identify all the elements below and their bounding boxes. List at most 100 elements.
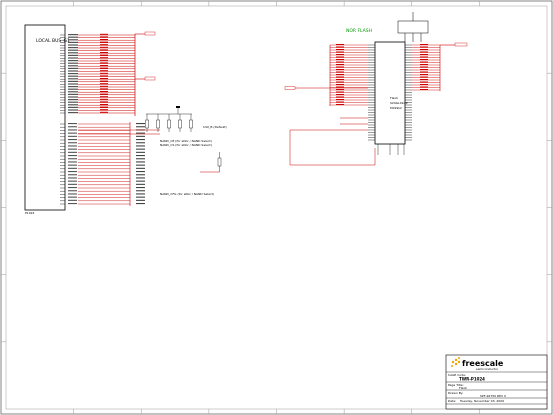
pin-label-mark [68, 190, 77, 192]
tb-row-0-value: TWR-P1024 [459, 377, 485, 382]
net-label-mark [420, 69, 428, 70]
net-label-mark [136, 167, 145, 169]
net-label-mark [336, 51, 344, 53]
pin-label-mark [68, 47, 78, 49]
offpage-connector [454, 42, 468, 47]
pin-label-mark [68, 109, 78, 111]
pin-label-mark [68, 39, 78, 41]
pin-label-mark [68, 135, 77, 137]
net-label-mark [420, 71, 428, 73]
nor-flash-component [374, 41, 406, 145]
net-label-mark [136, 155, 145, 157]
decoupling-capacitors [397, 12, 429, 42]
net-label-mark [100, 93, 108, 95]
pin-label-mark [68, 142, 77, 144]
pin-label-mark [68, 171, 77, 173]
tb-row-3-label: Date: [448, 399, 456, 403]
pin-label-mark [68, 139, 77, 141]
net-label-mark [100, 39, 108, 40]
pin-label-mark [68, 158, 77, 160]
local-bus-title: LOCAL BUS_G1 [36, 38, 70, 44]
nor-flash-part-name: Flash [390, 96, 398, 100]
net-label-mark [136, 158, 145, 160]
pin-label-mark [68, 73, 78, 75]
net-label-mark [100, 85, 108, 87]
resistor [217, 157, 222, 167]
net-label-mark [100, 88, 108, 90]
note-cs0: CS0_B (Default) [203, 125, 227, 129]
net-label-mark [336, 104, 344, 105]
net-label-mark [336, 91, 344, 93]
net-label-mark [100, 106, 108, 108]
pin-label-mark [68, 54, 78, 56]
net-label-mark [100, 83, 108, 85]
net-label-mark [420, 56, 428, 58]
pin-label-mark [68, 203, 77, 205]
net-label-mark [136, 135, 145, 137]
pin-label-mark [68, 80, 78, 82]
pin-label-mark [68, 126, 77, 128]
pin-label-mark [68, 88, 78, 90]
net-label-mark [336, 46, 344, 48]
net-label-mark [136, 139, 145, 141]
net-label-mark [420, 81, 428, 83]
pin-label-mark [68, 67, 78, 69]
net-label-mark [420, 51, 428, 53]
net-label-mark [100, 72, 108, 74]
pin-label-mark [68, 96, 78, 98]
net-label-mark [136, 142, 145, 144]
nor-flash-part-code: MX29LV [390, 106, 403, 110]
pin-label-mark [68, 75, 78, 77]
net-label-mark [136, 164, 145, 166]
vcc-symbol [176, 106, 180, 108]
local-bus-footer: P1024 [25, 211, 35, 215]
net-label-mark [420, 89, 428, 90]
pin-label-mark [68, 164, 77, 166]
net-label-mark [100, 62, 108, 64]
net-label-mark [136, 203, 145, 205]
net-label-mark [336, 89, 344, 90]
net-label-mark [336, 59, 344, 60]
resistor [145, 119, 149, 129]
pin-label-mark [68, 70, 78, 72]
pin-label-mark [68, 49, 78, 51]
offpage-connector [144, 76, 156, 81]
pin-label-mark [68, 151, 77, 153]
pin-label-mark [68, 106, 78, 108]
net-label-mark [336, 99, 344, 100]
net-label-mark [336, 86, 344, 88]
pin-label-mark [68, 155, 77, 157]
net-label-mark [100, 91, 108, 92]
net-label-mark [336, 54, 344, 55]
net-label-mark [136, 180, 145, 182]
net-label-mark [100, 75, 108, 77]
pin-label-mark [68, 193, 77, 195]
sheet-border [0, 0, 553, 415]
net-label-mark [420, 64, 428, 65]
net-label-mark [100, 67, 108, 69]
net-label-mark [336, 71, 344, 73]
pin-label-mark [68, 183, 77, 185]
pin-label-mark [68, 132, 77, 134]
net-label-mark [100, 33, 108, 35]
pin-label-mark [68, 167, 77, 169]
net-label-mark [136, 171, 145, 173]
pin-label-mark [68, 199, 77, 201]
tb-row-1-value: Flash [459, 386, 467, 390]
local-bus-pins [60, 34, 78, 205]
pin-label-mark [68, 104, 78, 106]
pin-label-mark [68, 36, 78, 38]
net-label-mark [136, 145, 145, 147]
bus-wire-bundle [78, 31, 160, 206]
net-label-mark [100, 41, 108, 43]
pin-label-mark [68, 62, 78, 64]
pin-label-mark [68, 196, 77, 198]
net-label-mark [420, 46, 428, 48]
pin-label-mark [68, 148, 77, 150]
pin-label-mark [68, 180, 77, 182]
pin-label-mark [68, 93, 78, 95]
pin-label-mark [68, 52, 78, 54]
net-label-mark [100, 109, 108, 111]
pin-label-mark [68, 123, 77, 125]
note-nand-cfg: NAND_CFG (for eNor / NAND Select) [160, 192, 214, 196]
